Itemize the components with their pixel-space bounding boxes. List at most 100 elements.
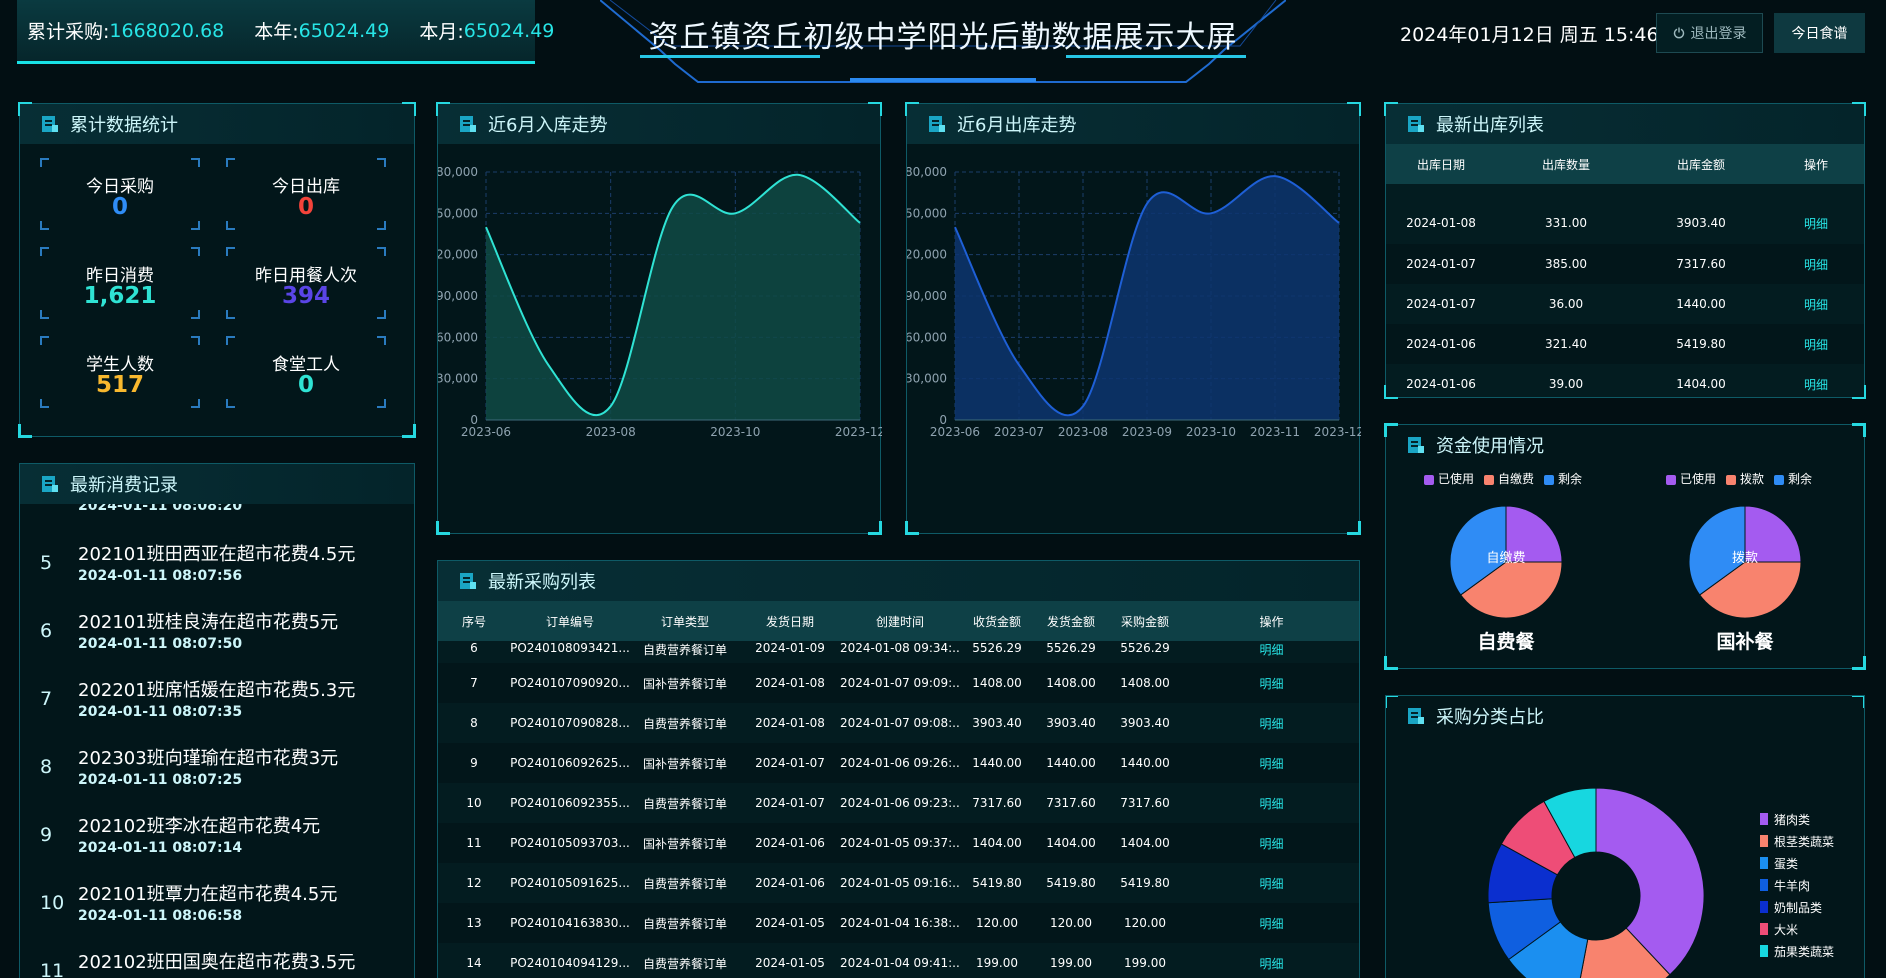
table-row: 2024-01-06 321.40 5419.80 明细 [1386,324,1864,364]
table-cell: 36.00 [1496,284,1636,324]
stat-value: 0 [111,194,128,220]
y-tick-label: 30,000 [438,372,478,386]
table-cell: PO240105091625... [510,863,630,903]
stat-value: 0 [297,194,314,220]
legend-item[interactable]: 大米 [1760,918,1860,940]
detail-link[interactable]: 明细 [1182,943,1359,978]
table-cell: 5526.29 [1034,641,1108,663]
table-cell: 5419.80 [1034,863,1108,903]
detail-link[interactable]: 明细 [1182,641,1359,663]
legend-label: 牛羊肉 [1774,878,1811,893]
logout-button[interactable]: 退出登录 [1656,13,1763,53]
legend-item[interactable]: 剩余 [1774,470,1812,487]
legend-item[interactable]: 牛羊肉 [1760,874,1860,896]
table-header-cell: 操作 [1182,601,1359,641]
detail-link[interactable]: 明细 [1766,324,1864,364]
consumption-index: 8 [40,756,53,778]
table-cell: 自费营养餐订单 [630,641,740,663]
detail-link[interactable]: 明细 [1182,863,1359,903]
category-legend: 猪肉类根茎类蔬菜 蛋类牛羊肉奶制品类 大米 茄果类蔬菜 [1760,808,1860,962]
table-cell: 2024-01-05 [740,903,840,943]
table-cell: 3903.40 [1108,703,1182,743]
detail-link[interactable]: 明细 [1766,364,1864,397]
table-cell: 7 [438,663,510,703]
funds-panel-title: 资金使用情况 [1386,425,1864,465]
legend-item[interactable]: 自缴费 [1484,470,1534,487]
legend-item[interactable]: 蛋类 [1760,852,1860,874]
document-chart-icon [40,474,60,494]
table-cell: 5419.80 [960,863,1034,903]
legend-label: 剩余 [1788,472,1813,486]
detail-link[interactable]: 明细 [1182,823,1359,863]
legend-item[interactable]: 猪肉类 [1760,808,1860,830]
legend-label: 猪肉类 [1774,812,1811,827]
table-cell: 国补营养餐订单 [630,743,740,783]
legend-label: 已使用 [1438,472,1475,486]
dashboard-screen: 累计采购: 1668020.68 本年: 65024.49 本月: 65024.… [0,0,1886,978]
legend-item[interactable]: 奶制品类 [1760,896,1860,918]
detail-link[interactable]: 明细 [1182,743,1359,783]
consumption-item: 11 202102班田国奥在超市花费3.5元 [20,934,410,978]
purchase-table-container[interactable]: 序号 订单编号 订单类型 发货日期 创建时间 收货金额 发货金额 采购金额 操作 6 PO2401… [438,601,1359,978]
consumption-text: 202102班李冰在超市花费4元 [78,816,321,837]
detail-link[interactable]: 明细 [1182,903,1359,943]
table-header-cell: 采购金额 [1108,601,1182,641]
legend-item[interactable]: 剩余 [1544,470,1582,487]
table-cell: 3903.40 [1636,184,1766,244]
document-chart-icon [1406,706,1426,726]
detail-link[interactable]: 明细 [1766,284,1864,324]
consumption-item: 8 202303班向瑾瑜在超市花费3元 2024-01-11 08:07:25 [20,730,410,798]
detail-link[interactable]: 明细 [1766,184,1864,244]
table-cell: 2024-01-08 09:34:... [840,641,960,663]
table-cell: PO240107090828... [510,703,630,743]
consumption-item: 9 202102班李冰在超市花费4元 2024-01-11 08:07:14 [20,798,410,866]
y-tick-label: 180,000 [438,165,478,179]
legend-item[interactable]: 已使用 [1424,470,1474,487]
legend-item[interactable]: 已使用 [1666,470,1716,487]
pie-center-label: 自缴费 [1486,551,1525,566]
out-table-container[interactable]: 出库日期 出库数量 出库金额 操作 2024-01-08 331.00 3903.40 明细… [1386,144,1864,397]
total-purchase-label: 累计采购: [27,21,110,43]
table-cell: 1440.00 [1636,284,1766,324]
header-title-frame: 资丘镇资丘初级中学阳光后勤数据展示大屏 [600,0,1286,84]
table-cell: 自费营养餐订单 [630,943,740,978]
table-cell: 14 [438,943,510,978]
detail-link[interactable]: 明细 [1182,783,1359,823]
legend-item[interactable]: 拨款 [1726,470,1764,487]
consumption-text: 202101班田西亚在超市花费4.5元 [78,544,356,565]
out-list-panel-title: 最新出库列表 [1386,104,1864,144]
inbound-panel-title: 近6月入库走势 [438,104,880,144]
table-row: 9 PO240106092625... 国补营养餐订单 2024-01-07 2024-… [438,743,1359,783]
table-row: 14 PO240104094129... 自费营养餐订单 2024-01-05 2024… [438,943,1359,978]
consumption-time: 2024-01-11 08:07:25 [78,772,243,788]
legend-item[interactable]: 茄果类蔬菜 [1760,940,1860,962]
stat-card: 昨日消费 1,621 [40,247,200,319]
power-icon [1673,27,1684,39]
table-cell: 6 [438,641,510,663]
outbound-panel-title: 近6月出库走势 [907,104,1359,144]
detail-link[interactable]: 明细 [1182,663,1359,703]
table-cell: 2024-01-06 [740,863,840,903]
detail-link[interactable]: 明细 [1766,244,1864,284]
consumption-text: 202201班席恬媛在超市花费5.3元 [78,680,356,701]
table-cell: PO240105093703... [510,823,630,863]
table-cell: 199.00 [960,943,1034,978]
consumption-time: 2024-01-11 08:07:56 [78,568,243,584]
detail-link[interactable]: 明细 [1182,703,1359,743]
table-cell: 2024-01-06 [740,823,840,863]
outbound-area-chart: 030,00060,00090,000120,000150,000180,000… [907,165,1361,439]
table-cell: 7317.60 [1034,783,1108,823]
table-cell: 385.00 [1496,244,1636,284]
consumption-list[interactable]: 2024-01-11 08:08:20 5 202101班田西亚在超市花费4.5元… [20,504,414,978]
consumption-item: 5 202101班田西亚在超市花费4.5元 2024-01-11 08:07:56 [20,526,410,594]
table-cell: 1440.00 [1034,743,1108,783]
page-title: 资丘镇资丘初级中学阳光后勤数据展示大屏 [648,20,1238,55]
consumption-item: 10 202101班覃力在超市花费4.5元 2024-01-11 08:06:58 [20,866,410,934]
purchase-panel-title: 最新采购列表 [438,561,1359,601]
y-tick-label: 90,000 [907,289,947,303]
year-purchase-label: 本年: [254,21,299,43]
today-menu-button[interactable]: 今日食谱 [1774,13,1865,53]
table-cell: 1440.00 [1108,743,1182,783]
legend-item[interactable]: 根茎类蔬菜 [1760,830,1860,852]
subsidy-pie: 拨款 [1688,505,1802,619]
